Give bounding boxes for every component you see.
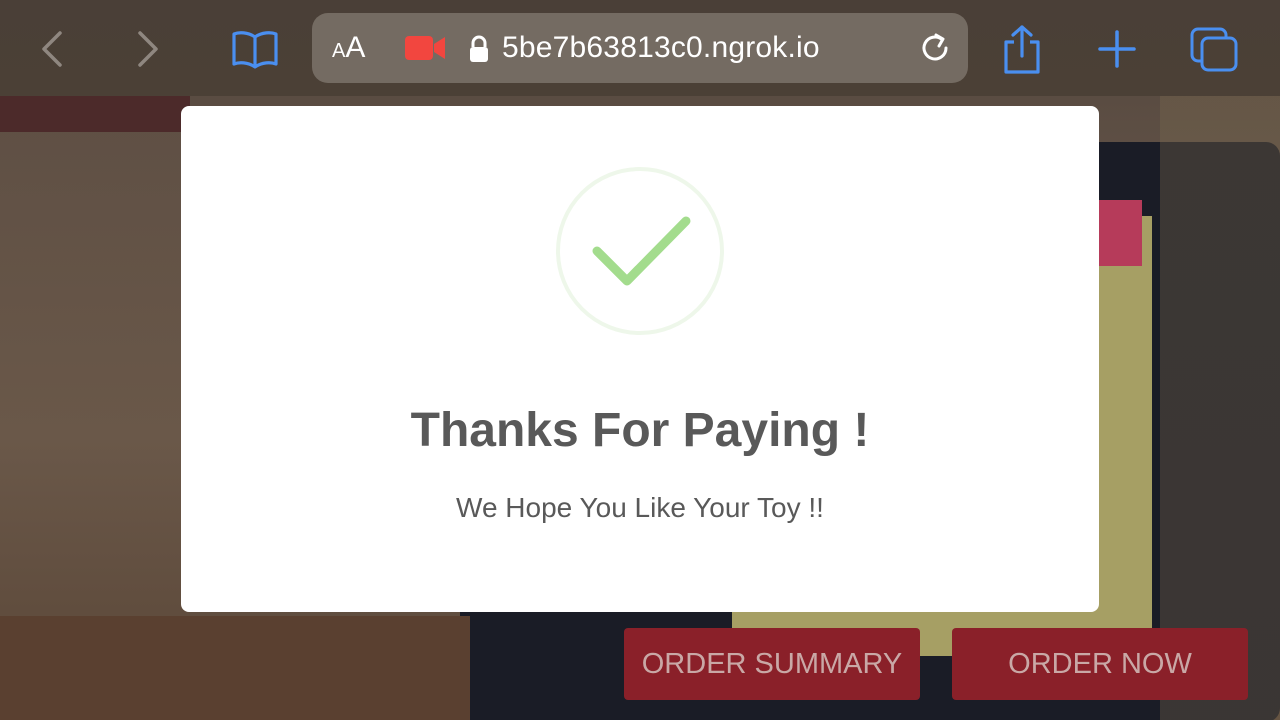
bookmarks-button[interactable] [228,24,282,74]
text-size-button[interactable]: AA [332,32,365,67]
order-summary-button[interactable]: ORDER SUMMARY [624,628,920,700]
back-icon [42,31,62,67]
background-pink-block [1098,200,1142,266]
camera-icon [405,36,445,60]
background-fabric [0,96,190,132]
checkmark-icon [556,167,724,335]
secure-lock [468,35,490,68]
address-bar[interactable]: AA 5be7b63813c0.ngrok.io [312,13,968,83]
text-size-large-label: A [345,31,366,64]
dialog-title: Thanks For Paying ! [410,404,870,457]
background-table [0,616,470,720]
forward-icon [138,31,158,67]
new-tab-button[interactable] [1090,24,1144,74]
new-tab-icon [1098,30,1136,68]
camera-indicator[interactable] [404,35,446,66]
payment-success-dialog: Thanks For Paying ! We Hope You Like You… [181,106,1099,612]
text-size-small-label: A [332,40,346,62]
bookmarks-icon [232,31,278,69]
back-button[interactable] [30,26,76,72]
forward-button[interactable] [124,26,170,72]
lock-icon [470,35,488,62]
tabs-button[interactable] [1186,24,1244,76]
success-checkmark [555,166,725,336]
browser-toolbar: AA 5be7b63813c0.ngrok.io [0,0,1280,96]
reload-button[interactable] [916,29,954,72]
dialog-message: We Hope You Like Your Toy !! [456,492,824,523]
url-text[interactable]: 5be7b63813c0.ngrok.io [502,31,820,65]
tabs-icon [1190,27,1238,72]
share-icon [1004,25,1040,74]
order-now-button[interactable]: ORDER NOW [952,628,1248,700]
background-wall-right [1160,96,1280,720]
share-button[interactable] [994,22,1050,76]
reload-icon [922,33,948,61]
